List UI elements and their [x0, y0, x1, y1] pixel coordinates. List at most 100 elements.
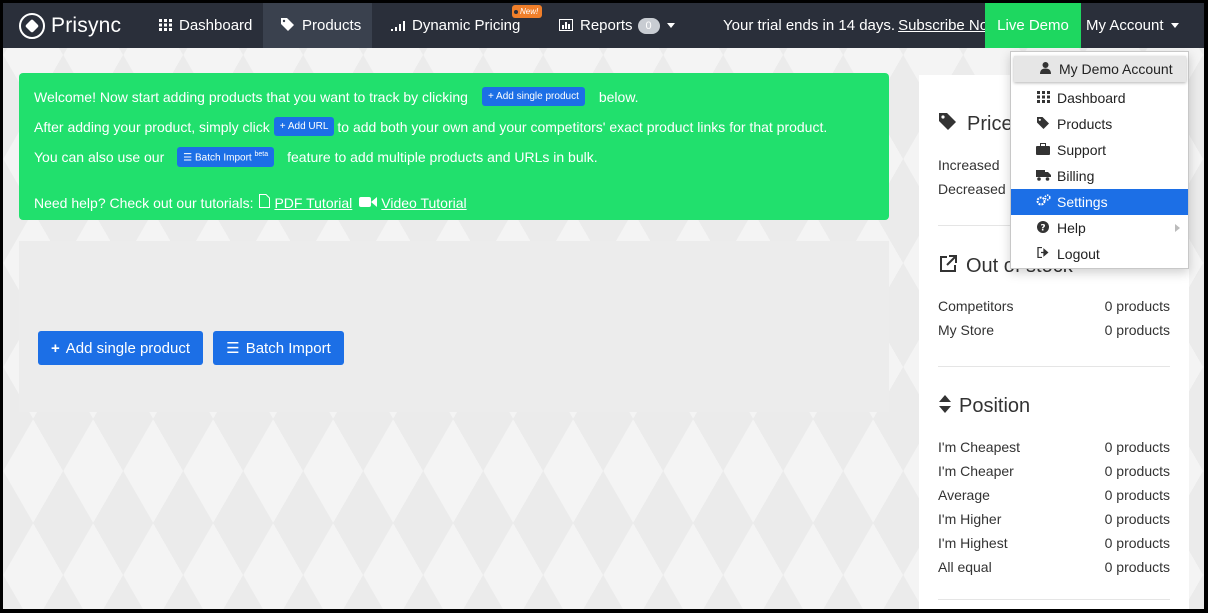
empty-products-panel: + Add single product ☰ Batch Import [19, 241, 889, 412]
welcome-line-2: After adding your product, simply click … [34, 117, 827, 136]
brand-name: Prisync [51, 13, 122, 37]
nav-dynamic-pricing[interactable]: Dynamic Pricing [391, 3, 520, 48]
external-link-icon [939, 254, 958, 278]
add-single-product-label: Add single product [65, 339, 190, 357]
position-row-label: Average [938, 487, 990, 503]
position-row-label: I'm Cheapest [938, 439, 1021, 455]
position-row: Average 0 products [938, 487, 1170, 503]
dropdown-item-label: Products [1057, 116, 1113, 132]
sign-out-icon [1035, 246, 1051, 261]
trial-notice: Your trial ends in 14 days. Subscribe No… [723, 3, 1003, 48]
dropdown-item-dashboard[interactable]: Dashboard [1011, 85, 1188, 111]
pdf-tutorial-link[interactable]: PDF Tutorial [274, 195, 352, 211]
app-window: Prisync Dashboard Products Dynamic Prici… [3, 3, 1204, 609]
price-row-label: Increased [938, 157, 1000, 173]
dropdown-item-my-demo-account[interactable]: My Demo Account [1014, 56, 1186, 82]
prisync-logo-icon [19, 12, 45, 39]
chevron-down-icon [666, 23, 675, 28]
position-row-value: 0 products [1104, 439, 1170, 455]
my-account-menu[interactable]: My Account [1086, 3, 1179, 48]
position-row-value: 0 products [1104, 535, 1170, 551]
new-badge: New! [512, 5, 543, 18]
position-row-value: 0 products [1104, 511, 1170, 527]
nav-dynamic-pricing-label: Dynamic Pricing [412, 17, 521, 34]
chevron-right-icon [1175, 224, 1180, 232]
position-row: I'm Cheapest 0 products [938, 439, 1170, 455]
live-demo-label: Live Demo [997, 17, 1069, 34]
signal-icon [391, 18, 405, 34]
batch-import-label: Batch Import [245, 339, 331, 357]
position-row-value: 0 products [1104, 559, 1170, 575]
chevron-down-icon [1170, 23, 1179, 28]
welcome-help-line: Need help? Check out our tutorials: PDF … [34, 194, 467, 211]
position-row-value: 0 products [1104, 487, 1170, 503]
price-section-title: Price [939, 113, 1013, 136]
reports-count-badge: 0 [637, 17, 660, 34]
welcome-text: After adding your product, simply click [34, 118, 270, 135]
stock-row-label: My Store [938, 322, 995, 338]
stock-row: My Store 0 products [938, 322, 1170, 338]
beta-label: beta [254, 151, 269, 158]
price-row-label: Decreased [938, 181, 1006, 197]
welcome-text: below. [598, 88, 639, 105]
top-navbar: Prisync Dashboard Products Dynamic Prici… [3, 3, 1204, 48]
batch-import-button[interactable]: ☰ Batch Import [213, 331, 344, 365]
question-icon: ? [1035, 220, 1051, 236]
dropdown-item-label: Dashboard [1057, 90, 1126, 106]
bar-chart-icon [559, 18, 573, 34]
add-single-product-mini-button[interactable]: + Add single product [481, 87, 585, 106]
nav-products[interactable]: Products [263, 3, 372, 48]
trial-text: Your trial ends in 14 days. [723, 17, 896, 34]
batch-import-mini-button[interactable]: ☰ Batch Import beta [177, 147, 275, 168]
stock-row: Competitors 0 products [938, 298, 1170, 314]
dropdown-item-label: Settings [1057, 194, 1108, 210]
nav-dashboard[interactable]: Dashboard [159, 3, 252, 48]
nav-reports-label: Reports [580, 17, 633, 34]
dropdown-item-label: Billing [1057, 168, 1095, 184]
position-row-label: I'm Higher [938, 511, 1002, 527]
sort-icon [939, 395, 951, 418]
dropdown-item-label: Help [1057, 220, 1086, 236]
position-row-label: All equal [938, 559, 992, 575]
divider [938, 599, 1170, 600]
grid-icon [159, 18, 172, 34]
video-tutorial-link[interactable]: Video Tutorial [381, 195, 466, 211]
user-icon [1037, 61, 1053, 77]
dropdown-item-support[interactable]: Support [1011, 137, 1188, 163]
dropdown-item-billing[interactable]: Billing [1011, 163, 1188, 189]
grid-icon [1035, 90, 1051, 106]
tags-icon [1035, 116, 1051, 132]
position-row-label: I'm Cheaper [938, 463, 1014, 479]
nav-products-label: Products [302, 17, 362, 34]
dropdown-item-settings[interactable]: Settings [1011, 189, 1188, 215]
dropdown-item-label: My Demo Account [1059, 61, 1173, 77]
brand-logo[interactable]: Prisync [19, 3, 121, 48]
tags-icon [939, 113, 959, 136]
stock-row-value: 0 products [1104, 298, 1170, 314]
tags-icon [281, 17, 295, 34]
add-url-mini-button[interactable]: + Add URL [273, 117, 335, 136]
live-demo-button[interactable]: Live Demo [985, 3, 1081, 48]
welcome-banner: Welcome! Now start adding products that … [19, 73, 889, 220]
stock-row-label: Competitors [938, 298, 1014, 314]
nav-reports[interactable]: Reports 0 [559, 3, 675, 48]
add-single-product-button[interactable]: + Add single product [38, 331, 203, 365]
position-row-value: 0 products [1104, 463, 1170, 479]
cogs-icon [1035, 194, 1051, 210]
help-text: Need help? Check out our tutorials: [34, 194, 254, 211]
nav-dashboard-label: Dashboard [179, 17, 253, 34]
my-account-label: My Account [1086, 17, 1164, 34]
position-row-label: I'm Highest [938, 535, 1008, 551]
account-dropdown-menu: My Demo Account Dashboard Products Suppo… [1010, 51, 1189, 269]
position-title-label: Position [959, 395, 1031, 417]
dropdown-item-help[interactable]: ? Help [1011, 215, 1188, 241]
position-row: I'm Higher 0 products [938, 511, 1170, 527]
list-icon: ☰ [226, 340, 240, 357]
dropdown-item-logout[interactable]: Logout [1011, 241, 1188, 267]
divider [938, 366, 1170, 367]
position-row: I'm Highest 0 products [938, 535, 1170, 551]
welcome-line-1: Welcome! Now start adding products that … [34, 87, 639, 106]
dropdown-item-products[interactable]: Products [1011, 111, 1188, 137]
position-section-title: Position [939, 395, 1030, 418]
file-icon [259, 194, 271, 211]
